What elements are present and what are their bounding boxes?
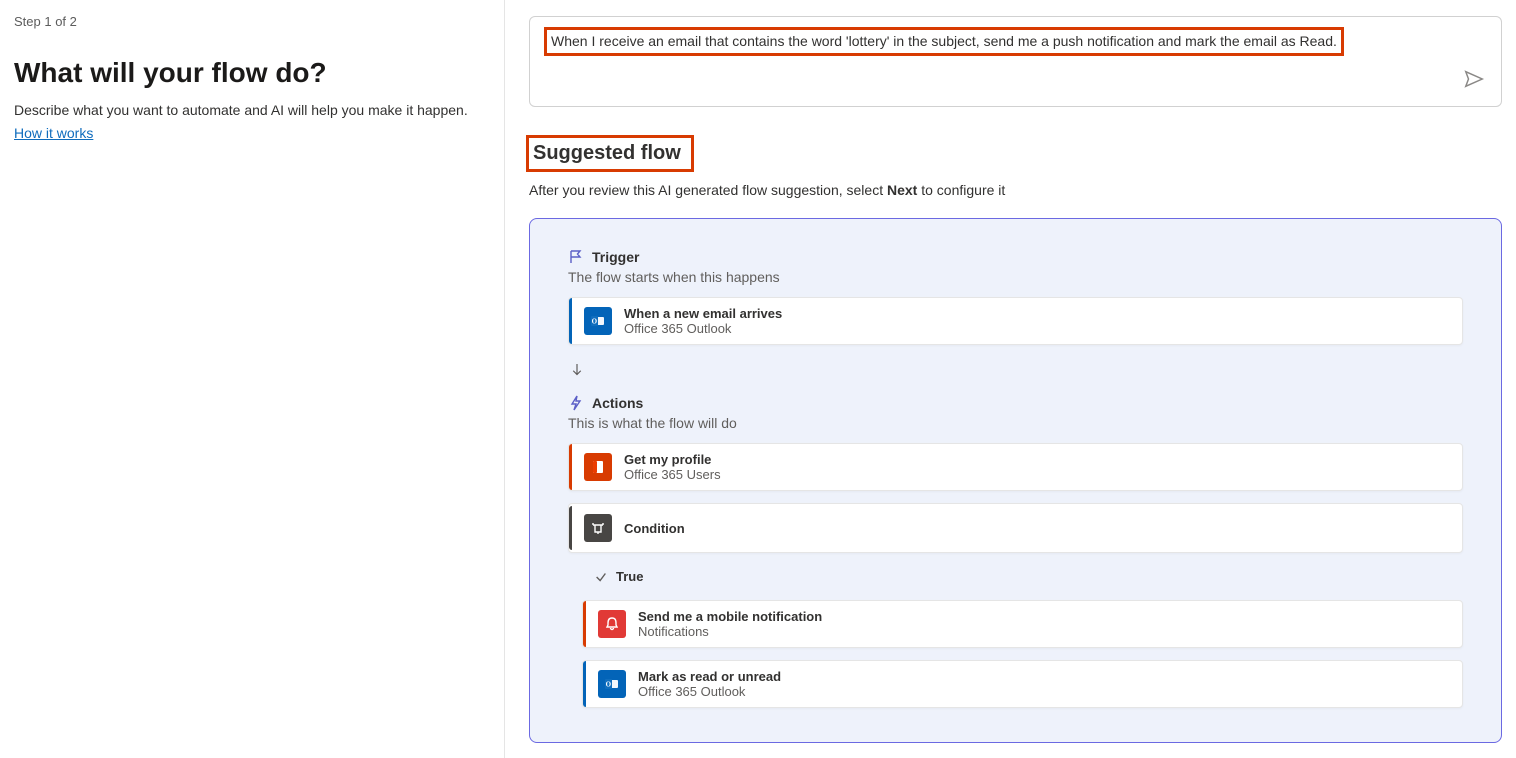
condition-title: Condition bbox=[624, 521, 685, 536]
suggested-sub-after: to configure it bbox=[917, 182, 1005, 198]
accent-bar bbox=[583, 661, 586, 707]
trigger-label-text: Trigger bbox=[592, 249, 639, 265]
condition-icon bbox=[584, 514, 612, 542]
flag-icon bbox=[568, 249, 584, 265]
action-step-notification[interactable]: Send me a mobile notification Notificati… bbox=[582, 600, 1463, 648]
action-step-text: Mark as read or unread Office 365 Outloo… bbox=[638, 669, 781, 699]
branch-true-steps: Send me a mobile notification Notificati… bbox=[582, 600, 1463, 708]
actions-label-text: Actions bbox=[592, 395, 643, 411]
office-users-icon bbox=[584, 453, 612, 481]
suggested-subtitle: After you review this AI generated flow … bbox=[529, 182, 1502, 198]
suggested-sub-bold: Next bbox=[887, 182, 917, 198]
suggested-heading-wrap: Suggested flow bbox=[526, 135, 694, 172]
action-step-profile[interactable]: Get my profile Office 365 Users bbox=[568, 443, 1463, 491]
outlook-icon: O bbox=[584, 307, 612, 335]
prompt-highlight: When I receive an email that contains th… bbox=[544, 27, 1344, 56]
actions-desc: This is what the flow will do bbox=[568, 415, 1463, 431]
outlook-icon: O bbox=[598, 670, 626, 698]
accent-bar bbox=[569, 444, 572, 490]
action-step-text: Send me a mobile notification Notificati… bbox=[638, 609, 822, 639]
action-step-text: Get my profile Office 365 Users bbox=[624, 452, 721, 482]
send-button[interactable] bbox=[1463, 68, 1485, 90]
step-indicator: Step 1 of 2 bbox=[14, 14, 490, 29]
accent-bar bbox=[569, 506, 572, 550]
branch-true-text: True bbox=[616, 569, 643, 584]
lightning-icon bbox=[568, 395, 584, 411]
trigger-label: Trigger bbox=[568, 249, 1463, 265]
action-title: Mark as read or unread bbox=[638, 669, 781, 684]
page-title: What will your flow do? bbox=[14, 57, 490, 89]
action-step-mark-read[interactable]: O Mark as read or unread Office 365 Outl… bbox=[582, 660, 1463, 708]
arrow-down-icon bbox=[568, 345, 1463, 395]
actions-block: Get my profile Office 365 Users Conditio… bbox=[568, 443, 1463, 708]
accent-bar bbox=[569, 298, 572, 344]
prompt-input[interactable]: When I receive an email that contains th… bbox=[529, 16, 1502, 107]
action-service: Office 365 Users bbox=[624, 467, 721, 482]
flow-card: Trigger The flow starts when this happen… bbox=[529, 218, 1502, 743]
action-step-condition[interactable]: Condition bbox=[568, 503, 1463, 553]
accent-bar bbox=[583, 601, 586, 647]
suggested-sub-before: After you review this AI generated flow … bbox=[529, 182, 887, 198]
subheading: Describe what you want to automate and A… bbox=[14, 101, 490, 121]
action-title: Get my profile bbox=[624, 452, 721, 467]
bell-icon bbox=[598, 610, 626, 638]
trigger-step-text: When a new email arrives Office 365 Outl… bbox=[624, 306, 782, 336]
trigger-desc: The flow starts when this happens bbox=[568, 269, 1463, 285]
action-service: Notifications bbox=[638, 624, 822, 639]
suggested-heading: Suggested flow bbox=[533, 142, 681, 165]
branch-true-label: True bbox=[568, 565, 1463, 588]
check-icon bbox=[594, 570, 608, 584]
left-panel: Step 1 of 2 What will your flow do? Desc… bbox=[0, 0, 505, 758]
action-title: Send me a mobile notification bbox=[638, 609, 822, 624]
how-it-works-link[interactable]: How it works bbox=[14, 125, 93, 141]
svg-text:O: O bbox=[606, 681, 612, 689]
trigger-step[interactable]: O When a new email arrives Office 365 Ou… bbox=[568, 297, 1463, 345]
trigger-step-title: When a new email arrives bbox=[624, 306, 782, 321]
right-panel: When I receive an email that contains th… bbox=[505, 0, 1516, 758]
svg-text:O: O bbox=[592, 318, 598, 326]
action-service: Office 365 Outlook bbox=[638, 684, 781, 699]
trigger-step-service: Office 365 Outlook bbox=[624, 321, 782, 336]
actions-label: Actions bbox=[568, 395, 1463, 411]
prompt-text: When I receive an email that contains th… bbox=[551, 33, 1337, 49]
